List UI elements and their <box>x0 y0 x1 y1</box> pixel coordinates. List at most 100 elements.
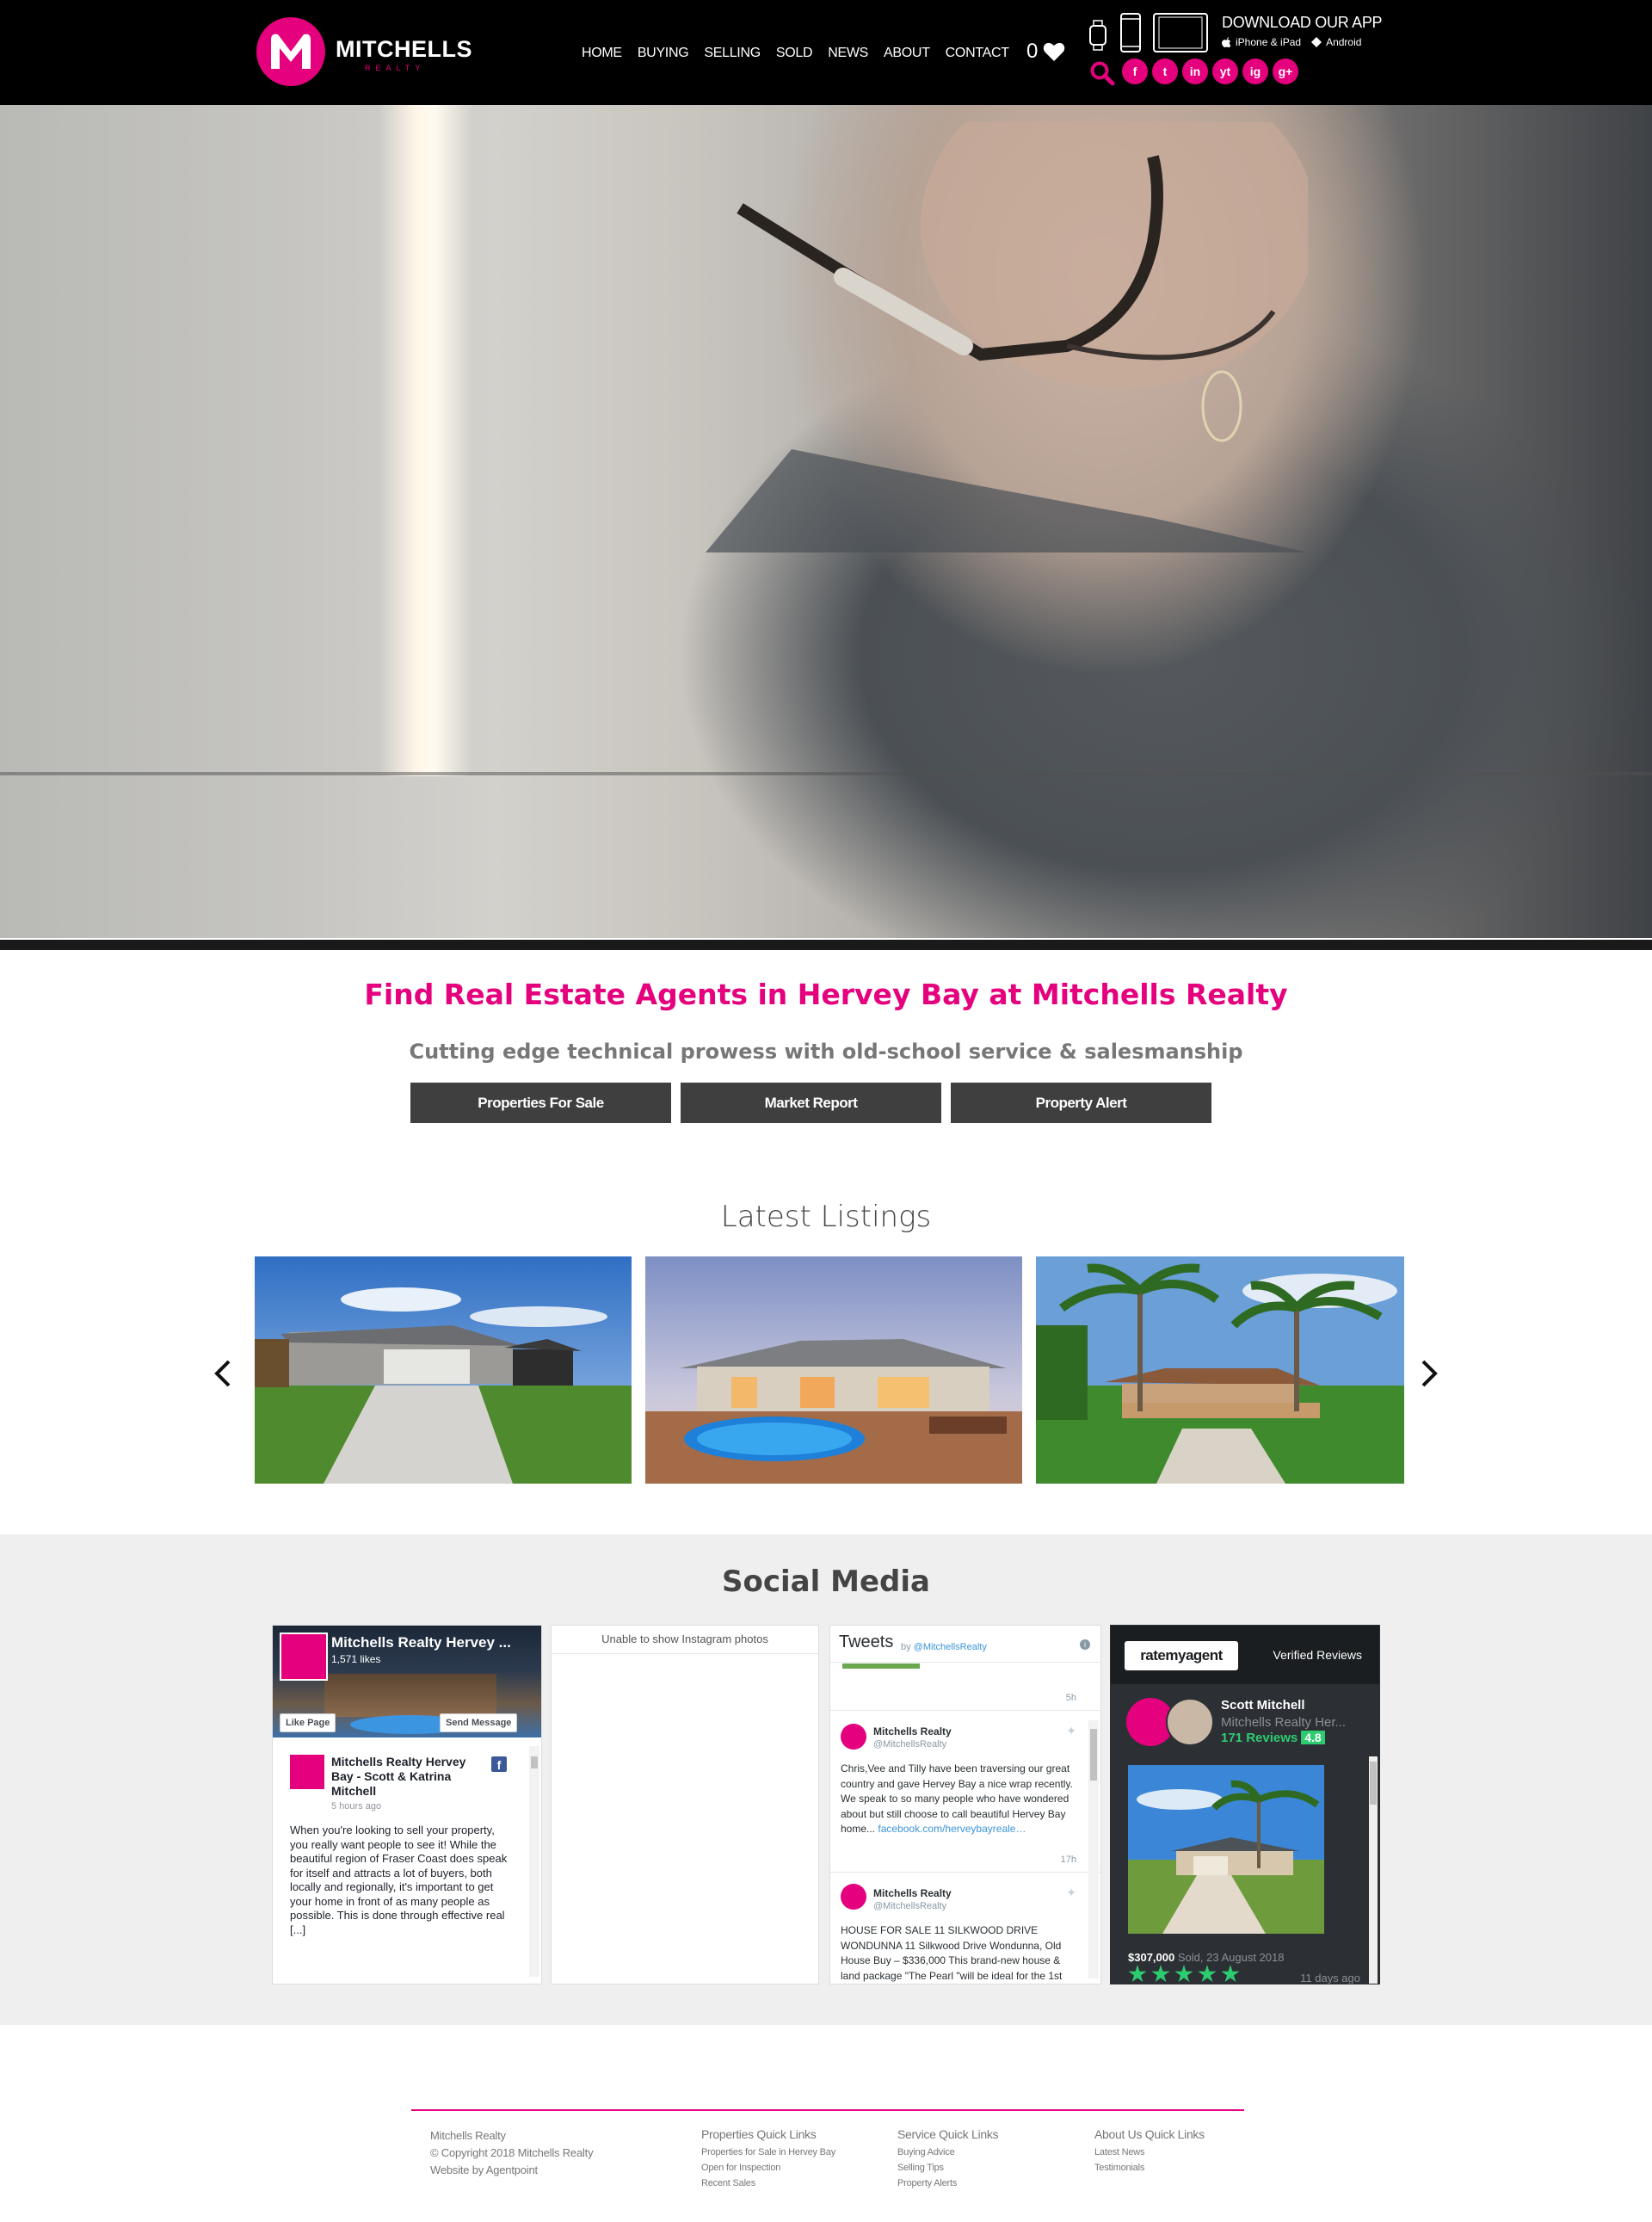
footer-link[interactable]: Open for Inspection <box>701 2160 835 2176</box>
nav-buying[interactable]: BUYING <box>638 46 689 61</box>
heart-icon <box>1044 42 1065 61</box>
cta-buttons: Properties For Sale Market Report Proper… <box>410 1083 1221 1123</box>
google-plus-icon[interactable]: g+ <box>1273 59 1298 84</box>
tweet-time[interactable]: 17h <box>1061 1855 1076 1865</box>
footer-divider <box>411 2109 1244 2111</box>
review-age: 11 days ago <box>1300 1972 1360 1984</box>
footer-link[interactable]: Property Alerts <box>897 2176 998 2191</box>
footer-about-links: About Us Quick Links Latest News Testimo… <box>1094 2127 1205 2176</box>
brand-logo[interactable]: MITCHELLS REALTY <box>256 15 480 88</box>
nav-selling[interactable]: SELLING <box>704 46 761 61</box>
footer-credit[interactable]: Website by Agentpoint <box>430 2162 593 2179</box>
ratemyagent-scrollbar[interactable] <box>1369 1756 1378 1984</box>
tweet-link[interactable]: facebook.com/herveybayreale… <box>878 1823 1026 1835</box>
listing-photo <box>645 1256 1022 1484</box>
nav-news[interactable]: NEWS <box>828 46 868 61</box>
footer-heading: About Us Quick Links <box>1094 2127 1205 2141</box>
chevron-right-icon[interactable] <box>1416 1356 1442 1391</box>
footer-link[interactable]: Selling Tips <box>897 2160 998 2176</box>
instagram-widget: Unable to show Instagram photos <box>551 1625 819 1984</box>
star-icon <box>1221 1965 1240 1983</box>
android-icon <box>1311 37 1322 47</box>
agent-name[interactable]: Scott Mitchell <box>1221 1698 1305 1713</box>
tweet-avatar[interactable] <box>841 1884 866 1910</box>
property-alert-button[interactable]: Property Alert <box>951 1083 1211 1123</box>
tweets-title: Tweets <box>839 1633 894 1651</box>
instagram-icon[interactable]: ig <box>1242 59 1268 84</box>
site-header: MITCHELLS REALTY HOME BUYING SELLING SOL… <box>0 0 1652 105</box>
page-title: Find Real Estate Agents in Hervey Bay at… <box>364 978 1288 1011</box>
facebook-message-button[interactable]: Send Message <box>440 1713 518 1732</box>
linkedin-icon[interactable]: in <box>1182 59 1208 84</box>
facebook-scrollbar[interactable] <box>529 1746 539 1977</box>
properties-for-sale-button[interactable]: Properties For Sale <box>410 1083 671 1123</box>
tweet-author[interactable]: Mitchells Realty <box>873 1887 952 1899</box>
social-media-section <box>0 1534 1652 2025</box>
youtube-icon[interactable]: yt <box>1212 59 1238 84</box>
facebook-post-time: 5 hours ago <box>331 1801 382 1812</box>
twitter-handle-link[interactable]: @MitchellsRealty <box>914 1642 987 1652</box>
tweet-time[interactable]: 5h <box>1066 1693 1076 1703</box>
review-score: 4.8 <box>1301 1731 1325 1744</box>
twitter-scrollbar[interactable] <box>1088 1720 1099 1978</box>
devices-icon[interactable] <box>1087 12 1211 55</box>
facebook-post-author[interactable]: Mitchells Realty Hervey Bay - Scott & Ka… <box>331 1755 478 1799</box>
footer-company: Mitchells Realty © Copyright 2018 Mitche… <box>430 2127 594 2179</box>
logo-badge <box>256 17 325 86</box>
listing-card[interactable] <box>1036 1256 1404 1484</box>
verified-reviews-label: Verified Reviews <box>1273 1648 1363 1662</box>
footer-link[interactable]: Recent Sales <box>701 2176 835 2191</box>
nav-home[interactable]: HOME <box>582 46 622 61</box>
tweet-handle: @MitchellsRealty <box>873 1739 947 1750</box>
tweet-handle: @MitchellsRealty <box>873 1901 947 1911</box>
apple-icon <box>1222 37 1231 47</box>
logo-m-icon <box>271 34 311 69</box>
nav-sold[interactable]: SOLD <box>776 46 813 61</box>
footer-link[interactable]: Latest News <box>1094 2145 1205 2160</box>
facebook-icon[interactable]: f <box>1122 59 1148 84</box>
sold-property-photo[interactable] <box>1128 1765 1324 1934</box>
footer-company-name: Mitchells Realty <box>430 2129 506 2142</box>
brand-sub: REALTY <box>365 64 426 72</box>
instagram-message: Unable to show Instagram photos <box>601 1633 768 1645</box>
footer-copyright: © Copyright 2018 Mitchells Realty <box>430 2146 594 2159</box>
tweet-avatar[interactable] <box>841 1724 866 1750</box>
chevron-left-icon[interactable] <box>210 1356 236 1391</box>
footer-link[interactable]: Buying Advice <box>897 2145 998 2160</box>
social-links: f t in yt ig g+ <box>1122 59 1303 84</box>
main-nav: HOME BUYING SELLING SOLD NEWS ABOUT CONT… <box>582 43 1025 64</box>
twitter-icon[interactable]: t <box>1152 59 1178 84</box>
info-icon[interactable]: i <box>1080 1639 1090 1650</box>
footer-link[interactable]: Properties for Sale in Hervey Bay <box>701 2145 835 2160</box>
search-icon[interactable] <box>1089 60 1115 86</box>
facebook-like-button[interactable]: Like Page <box>280 1713 336 1732</box>
footer-link[interactable]: Testimonials <box>1094 2160 1205 2176</box>
app-android-link[interactable]: Android <box>1326 36 1361 48</box>
facebook-page-name[interactable]: Mitchells Realty Hervey ... <box>331 1634 511 1651</box>
market-report-button[interactable]: Market Report <box>681 1083 941 1123</box>
listing-card[interactable] <box>255 1256 632 1484</box>
nav-about[interactable]: ABOUT <box>884 46 930 61</box>
nav-contact[interactable]: CONTACT <box>946 46 1009 61</box>
review-count: 171 Reviews 4.8 <box>1221 1731 1325 1745</box>
twitter-bird-icon: ✦ <box>1066 1886 1076 1899</box>
page-subtitle: Cutting edge technical prowess with old-… <box>409 1040 1243 1064</box>
facebook-icon: f <box>491 1756 507 1772</box>
ratemyagent-logo[interactable]: ratemyagent <box>1125 1641 1238 1670</box>
listing-card[interactable] <box>645 1256 1022 1484</box>
favourites-link[interactable]: 0 <box>1026 40 1065 64</box>
twitter-bird-icon: ✦ <box>1066 1724 1076 1737</box>
star-icon <box>1198 1965 1217 1983</box>
app-ios-link[interactable]: iPhone & iPad <box>1236 36 1301 48</box>
sold-price: $307,000 Sold, 23 August 2018 <box>1128 1951 1285 1964</box>
hero-video <box>0 105 1652 938</box>
star-icon <box>1174 1965 1193 1983</box>
facebook-avatar[interactable] <box>280 1633 328 1681</box>
ratemyagent-widget: ratemyagent Verified Reviews Scott Mitch… <box>1110 1625 1380 1984</box>
star-icon <box>1128 1965 1147 1983</box>
tweet-author[interactable]: Mitchells Realty <box>873 1725 952 1737</box>
app-download: DOWNLOAD OUR APP iPhone & iPad Android <box>1222 14 1383 48</box>
footer-properties-links: Properties Quick Links Properties for Sa… <box>701 2127 835 2191</box>
facebook-likes: 1,571 likes <box>331 1653 381 1665</box>
listing-photo <box>1036 1256 1404 1484</box>
